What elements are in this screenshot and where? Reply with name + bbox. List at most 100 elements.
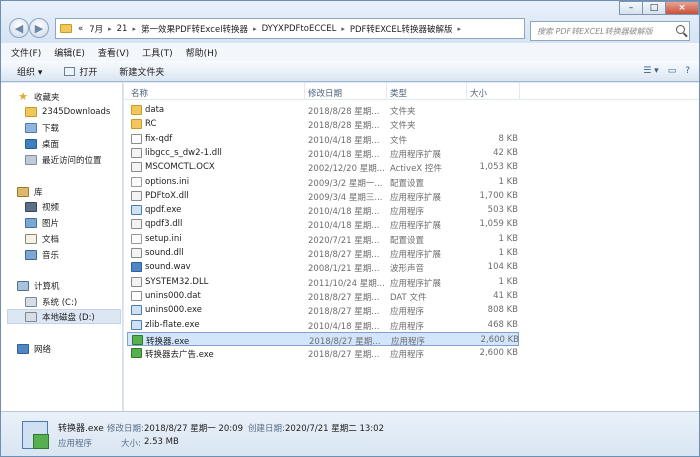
sidebar-item-computer[interactable]: 计算机 [17, 278, 60, 293]
forward-button[interactable]: ▶ [29, 18, 49, 38]
table-row[interactable]: libgcc_s_dw2-1.dll 2010/4/18 星期... 应用程序扩展 4… [127, 146, 519, 160]
sidebar-item-2345downloads[interactable]: 2345Downloads [25, 104, 110, 119]
file-name: options.ini [145, 176, 190, 187]
file-list: 名称 修改日期 类型 大小 data 2018/8/28 星期... 文件夹 RC 20… [124, 83, 699, 411]
file-date: 2010/4/18 星期... [308, 135, 380, 146]
sidebar-item-libraries[interactable]: 库 [17, 184, 43, 199]
file-icon [131, 290, 142, 301]
sidebar-item-network[interactable]: 网络 [17, 341, 51, 356]
sound-icon [131, 262, 142, 273]
sidebar-item-label: 计算机 [34, 281, 60, 292]
breadcrumb-item[interactable]: PDF转EXCEL转换器破解版 [347, 23, 456, 35]
chevron-right-icon[interactable]: ▸ [251, 25, 259, 33]
menu-help[interactable]: 帮助(H) [186, 46, 218, 59]
search-input[interactable]: 搜索 PDF转EXCEL转换器破解版 [530, 21, 690, 41]
sidebar-item-label: 下载 [42, 123, 60, 134]
sidebar-item-documents[interactable]: 文档 [25, 231, 59, 246]
menu-view[interactable]: 查看(V) [98, 46, 129, 59]
table-row[interactable]: RC 2018/8/28 星期... 文件夹 [127, 117, 519, 131]
table-row[interactable]: qpdf3.dll 2010/4/18 星期... 应用程序扩展 1,059 KB [127, 217, 519, 231]
table-row[interactable]: MSCOMCTL.OCX 2002/12/20 星期... ActiveX 控件 1,… [127, 160, 519, 174]
sidebar-item-drive-d[interactable]: 本地磁盘 (D:) [7, 309, 121, 324]
table-row[interactable]: 转换器去广告.exe 2018/8/27 星期... 应用程序 2,600 KB [127, 346, 519, 360]
file-type: 文件 [390, 135, 408, 146]
table-row[interactable]: fix-qdf 2010/4/18 星期... 文件 8 KB [127, 132, 519, 146]
app-icon [132, 334, 143, 345]
folder-icon [131, 105, 142, 115]
file-type: 应用程序扩展 [390, 221, 442, 232]
file-size: 1,700 KB [479, 190, 518, 201]
table-row[interactable]: unins000.dat 2018/8/27 星期... DAT 文件 41 KB [127, 289, 519, 303]
view-options-button[interactable]: ☰ ▾ [643, 66, 658, 76]
chevron-right-icon[interactable]: ▸ [130, 25, 138, 33]
table-row[interactable]: sound.wav 2008/1/21 星期... 波形声音 104 KB [127, 260, 519, 274]
organize-button[interactable]: 组织 ▾ [17, 65, 42, 78]
maximize-button[interactable]: □ [642, 1, 666, 15]
new-folder-button[interactable]: 新建文件夹 [119, 65, 164, 78]
table-row[interactable]: zlib-flate.exe 2010/4/18 星期... 应用程序 468 KB [127, 318, 519, 332]
app-icon [131, 348, 142, 359]
open-button[interactable]: 打开 [64, 65, 97, 78]
dll-icon [131, 147, 142, 158]
table-row[interactable]: SYSTEM32.DLL 2011/10/24 星期... 应用程序扩展 1 KB [127, 275, 519, 289]
file-size: 41 KB [493, 290, 518, 301]
chevron-right-icon[interactable]: ▸ [106, 25, 114, 33]
table-row[interactable]: setup.ini 2020/7/21 星期... 配置设置 1 KB [127, 232, 519, 246]
breadcrumb-item[interactable]: 21 [114, 24, 131, 34]
breadcrumb-overflow[interactable]: « [75, 24, 86, 34]
help-icon[interactable]: ? [685, 66, 690, 76]
sidebar-item-favorites[interactable]: ★ 收藏夹 [17, 89, 59, 104]
breadcrumb-item[interactable]: DYYXPDFtoECCEL [259, 24, 340, 34]
file-name: libgcc_s_dw2-1.dll [145, 147, 222, 158]
file-size: 1,053 KB [479, 162, 518, 173]
file-size: 468 KB [487, 319, 518, 330]
column-header-name[interactable]: 名称 [131, 87, 148, 99]
back-button[interactable]: ◀ [9, 18, 29, 38]
table-row[interactable]: options.ini 2009/3/2 星期一... 配置设置 1 KB [127, 175, 519, 189]
table-row[interactable]: 转换器.exe 2018/8/27 星期... 应用程序 2,600 KB [127, 331, 519, 347]
file-name: 转换器去广告.exe [145, 350, 214, 361]
ini-icon [131, 233, 142, 244]
file-date: 2018/8/27 星期... [308, 307, 380, 318]
table-row[interactable]: qpdf.exe 2010/4/18 星期... 应用程序 503 KB [127, 203, 519, 217]
sidebar-item-drive-c[interactable]: 系统 (C:) [25, 294, 77, 309]
details-modified-label: 修改日期: [107, 424, 144, 434]
menu-edit[interactable]: 编辑(E) [54, 46, 85, 59]
sidebar-item-pictures[interactable]: 图片 [25, 215, 59, 230]
menu-tools[interactable]: 工具(T) [142, 46, 173, 59]
file-name: RC [145, 119, 157, 130]
breadcrumb-item[interactable]: 第一效果PDF转Excel转换器 [138, 23, 251, 35]
column-header-size[interactable]: 大小 [470, 87, 487, 99]
close-button[interactable]: × [665, 1, 699, 15]
menu-file[interactable]: 文件(F) [11, 46, 41, 59]
table-row[interactable]: PDFtoX.dll 2009/3/4 星期三... 应用程序扩展 1,700 KB [127, 189, 519, 203]
sidebar-item-recent[interactable]: 最近访问的位置 [25, 152, 102, 167]
table-row[interactable]: data 2018/8/28 星期... 文件夹 [127, 103, 519, 117]
file-type: 应用程序 [390, 350, 425, 361]
file-icon [131, 133, 142, 144]
table-row[interactable]: sound.dll 2018/8/27 星期... 应用程序扩展 1 KB [127, 246, 519, 260]
file-date: 2009/3/4 星期三... [308, 192, 383, 203]
file-size: 104 KB [487, 262, 518, 273]
preview-pane-icon[interactable]: ▭ [668, 66, 677, 76]
sidebar-item-downloads[interactable]: 下载 [25, 120, 59, 135]
sidebar-item-music[interactable]: 音乐 [25, 247, 59, 262]
forward-arrow-icon: ▶ [34, 21, 44, 35]
minimize-button[interactable]: – [619, 1, 643, 15]
desktop-icon [25, 138, 37, 149]
view-controls: ☰ ▾ ▭ ? [643, 61, 699, 81]
column-header-type[interactable]: 类型 [390, 87, 407, 99]
chevron-right-icon[interactable]: ▸ [339, 25, 347, 33]
chevron-right-icon[interactable]: ▸ [456, 25, 464, 33]
file-size: 1,059 KB [479, 219, 518, 230]
search-icon [676, 25, 685, 34]
file-size: 1 KB [498, 176, 518, 187]
column-header-date[interactable]: 修改日期 [308, 87, 342, 99]
sidebar-item-videos[interactable]: 视频 [25, 199, 59, 214]
sidebar-item-desktop[interactable]: 桌面 [25, 136, 59, 151]
breadcrumb-item[interactable]: 7月 [86, 23, 106, 35]
table-row[interactable]: unins000.exe 2018/8/27 星期... 应用程序 808 KB [127, 303, 519, 317]
file-date: 2002/12/20 星期... [308, 164, 385, 175]
address-bar[interactable]: « 7月 ▸ 21 ▸ 第一效果PDF转Excel转换器 ▸ DYYXPDFto… [55, 18, 525, 39]
file-type: 文件夹 [390, 121, 416, 132]
